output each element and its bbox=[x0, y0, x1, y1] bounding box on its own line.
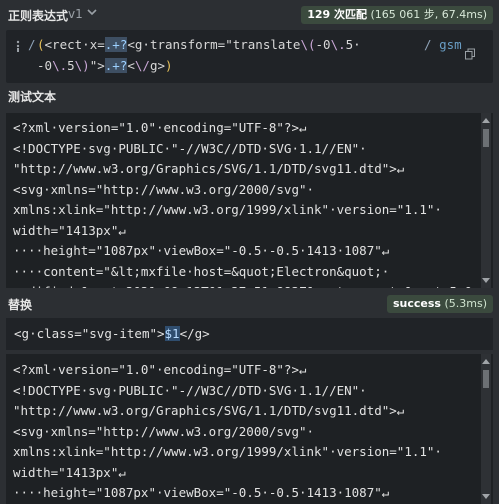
code-line: <!DOCTYPE·svg·PUBLIC·"-//W3C//DTD·SVG·1.… bbox=[13, 382, 367, 398]
token-txt: <rect bbox=[44, 37, 83, 52]
code-line: ····height="1087px"·viewBox="-0.5·-0.5·1… bbox=[13, 243, 390, 258]
test-string-label: 测试文本 bbox=[8, 90, 57, 104]
code-line: <svg·xmlns="http://www.w3.org/2000/svg"· bbox=[13, 181, 315, 197]
token-q: .+? bbox=[104, 37, 128, 52]
token-esc: \( bbox=[300, 37, 316, 52]
substitution-pattern: <g·class="svg-item">$1</g> bbox=[14, 326, 210, 341]
token-txt: x= bbox=[89, 37, 105, 52]
token-esc: \. bbox=[52, 58, 68, 73]
match-count: 129 次匹配 bbox=[307, 8, 367, 21]
scroll-up-arrow[interactable] bbox=[482, 358, 490, 366]
scroll-thumb[interactable] bbox=[483, 129, 489, 147]
scroll-down-arrow[interactable] bbox=[482, 276, 490, 284]
token-attr: class="svg-item"> bbox=[36, 326, 165, 341]
token-txt: -0 bbox=[37, 58, 53, 73]
code-line: <?xml·version="1.0"·encoding="UTF-8"?>↵ bbox=[13, 120, 307, 135]
token-q: .+? bbox=[104, 58, 128, 73]
token-esc: \/ bbox=[134, 58, 150, 73]
status-badge: success (5.3ms) bbox=[386, 295, 493, 313]
token-grp: ) bbox=[165, 58, 173, 73]
status-text: success bbox=[392, 297, 441, 310]
regex-delimiter: / bbox=[28, 37, 36, 52]
token-txt: transform="translate bbox=[149, 37, 301, 52]
substitution-input[interactable]: <g·class="svg-item">$1</g> bbox=[6, 318, 493, 350]
match-detail: (165 061 步, 67.4ms) bbox=[370, 8, 488, 21]
token-txt: < bbox=[127, 58, 135, 73]
scroll-up-arrow[interactable] bbox=[482, 117, 490, 125]
token-ws: · bbox=[353, 37, 361, 52]
token-txt: -0 bbox=[315, 37, 331, 52]
code-line: ····height="1087px"·viewBox="-0.5·-0.5·1… bbox=[13, 485, 390, 500]
token-ws: · bbox=[29, 326, 37, 341]
regex-version[interactable]: v1 bbox=[68, 7, 83, 21]
token-txt: <g bbox=[127, 37, 143, 52]
regex-menu-icon[interactable] bbox=[14, 39, 22, 53]
token-txt: "> bbox=[89, 58, 105, 73]
flags-delimiter: / bbox=[424, 37, 432, 52]
status-time: (5.3ms) bbox=[444, 297, 487, 310]
scroll-down-arrow[interactable] bbox=[482, 492, 490, 500]
code-line: <!DOCTYPE·svg·PUBLIC·"-//W3C//DTD·SVG·1.… bbox=[13, 140, 367, 156]
scroll-thumb[interactable] bbox=[483, 370, 489, 388]
regex-line-2: -0\.5\)">.+?<\/g>) bbox=[37, 58, 173, 73]
result-editor: <?xml·version="1.0"·encoding="UTF-8"?>↵ <… bbox=[6, 354, 493, 504]
code-line: xmlns:xlink="http://www.w3.org/1999/xlin… bbox=[13, 444, 442, 459]
code-line: width="1413px"↵ bbox=[13, 464, 126, 480]
flags-value: gsm bbox=[439, 37, 462, 52]
token-ws: · bbox=[142, 37, 150, 52]
token-esc: \) bbox=[74, 58, 90, 73]
code-line: ····content="&lt;mxfile·host=&quot;Elect… bbox=[13, 263, 390, 279]
regex-header: 正则表达式 v1 129 次匹配 (165 061 步, 67.4ms) bbox=[0, 0, 499, 30]
code-line: "http://www.w3.org/Graphics/SVG/1.1/DTD/… bbox=[13, 403, 405, 418]
token-tag: <g bbox=[14, 326, 30, 341]
token-grp: ( bbox=[37, 37, 45, 52]
test-string-editor[interactable]: <?xml·version="1.0"·encoding="UTF-8"?>↵ <… bbox=[6, 113, 493, 288]
match-info-badge: 129 次匹配 (165 061 步, 67.4ms) bbox=[301, 6, 493, 24]
code-line: <?xml·version="1.0"·encoding="UTF-8"?>↵ bbox=[13, 362, 307, 377]
token-ref: $1 bbox=[164, 326, 180, 341]
copy-icon[interactable] bbox=[464, 48, 476, 60]
code-line: <svg·xmlns="http://www.w3.org/2000/svg"· bbox=[13, 423, 315, 439]
code-line: modified=&quot;2021-09-13T01:27:51.883Z&… bbox=[13, 284, 480, 288]
token-txt: g> bbox=[149, 58, 166, 73]
substitution-label: 替换 bbox=[8, 298, 33, 312]
code-line: "http://www.w3.org/Graphics/SVG/1.1/DTD/… bbox=[13, 161, 405, 176]
token-esc: \. bbox=[330, 37, 346, 52]
regex-section-title: 正则表达式 bbox=[8, 9, 69, 23]
token-txt: 5 bbox=[67, 58, 75, 73]
token-ws: · bbox=[82, 37, 90, 52]
test-string-scrollbar[interactable] bbox=[481, 113, 491, 288]
token-tag: </g> bbox=[179, 326, 210, 341]
regex-line-1: (<rect·x=.+?<g·transform="translate\(-0\… bbox=[37, 37, 361, 52]
code-line: width="1413px"↵ bbox=[13, 222, 126, 238]
regex-input[interactable]: / (<rect·x=.+?<g·transform="translate\(-… bbox=[6, 30, 493, 83]
result-scrollbar[interactable] bbox=[481, 354, 491, 504]
code-line: xmlns:xlink="http://www.w3.org/1999/xlin… bbox=[13, 202, 442, 217]
chevron-down-icon[interactable] bbox=[86, 6, 98, 18]
regex-flags[interactable]: / gsm bbox=[424, 37, 462, 52]
